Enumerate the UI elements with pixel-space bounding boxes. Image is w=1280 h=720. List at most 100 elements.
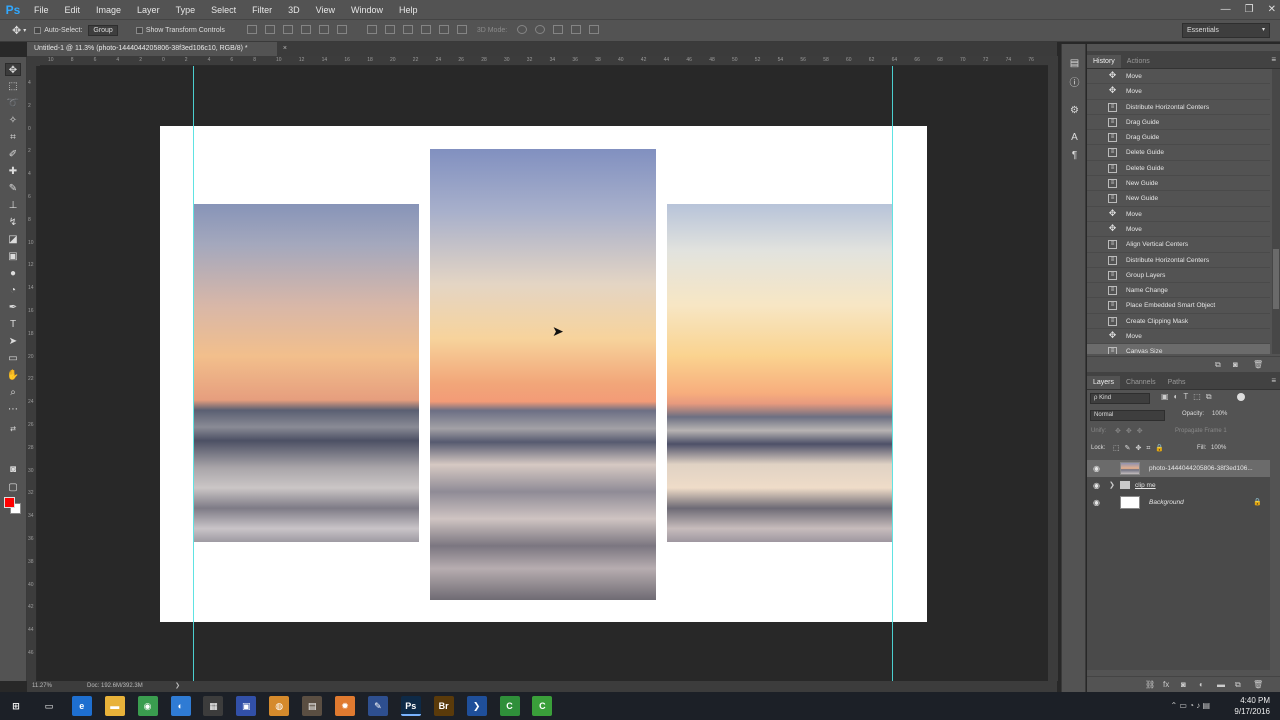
path-select-tool-icon[interactable]: ➤ — [5, 335, 21, 348]
horizontal-ruler[interactable]: 10 8 6 4 2 0 2 4 6 8 10 12 14 16 18 20 22 24 26 28 30 32 34 36 3… — [40, 56, 1057, 66]
align-left-icon[interactable] — [300, 25, 311, 34]
history-state[interactable]: ≡ Drag Guide — [1087, 115, 1270, 131]
character-panel-icon[interactable]: A — [1068, 132, 1081, 144]
distribute-left-icon[interactable] — [420, 25, 431, 34]
taskbar-camtasia-green-icon[interactable]: C — [499, 696, 520, 716]
distribute-vcenter-icon[interactable] — [384, 25, 395, 34]
panel-menu-icon[interactable]: ≡ — [1271, 55, 1276, 64]
history-state[interactable]: ≡ Canvas Size — [1087, 344, 1270, 354]
move-tool-icon[interactable]: ✥ — [5, 63, 21, 76]
close-tab-icon[interactable]: × — [283, 42, 287, 56]
opacity-input[interactable]: 100% — [1212, 411, 1227, 417]
history-state[interactable]: ≡ Place Embedded Smart Object — [1087, 298, 1270, 314]
align-bottom-icon[interactable] — [282, 25, 293, 34]
distribute-right-icon[interactable] — [456, 25, 467, 34]
guide-line-left[interactable] — [193, 66, 194, 681]
eyedropper-tool-icon[interactable]: ✐ — [5, 148, 21, 161]
align-right-icon[interactable] — [336, 25, 347, 34]
tab-layers[interactable]: Layers — [1087, 376, 1121, 389]
taskbar-explorer-icon[interactable]: ▬ — [104, 696, 125, 716]
photo-panel-right[interactable] — [667, 204, 892, 542]
taskbar-app-blue-icon[interactable]: ▣ — [236, 696, 257, 716]
history-state[interactable]: ≡ Align Vertical Centers — [1087, 237, 1270, 253]
taskbar-camtasia-icon[interactable]: C — [532, 696, 553, 716]
tab-channels[interactable]: Channels — [1120, 379, 1162, 389]
foreground-color-swatch[interactable] — [4, 497, 15, 508]
lasso-tool-icon[interactable]: ➰ — [5, 97, 21, 110]
paragraph-panel-icon[interactable]: ¶ — [1068, 150, 1081, 162]
new-document-from-state-icon[interactable]: ⧉ — [1215, 360, 1221, 370]
taskbar-photos-icon[interactable]: ◐ — [170, 696, 191, 716]
menu-view[interactable]: View — [308, 5, 343, 15]
tool-preset-chevron-icon[interactable]: ▾ — [23, 27, 26, 34]
adjustment-layer-icon[interactable]: ◐ — [1199, 680, 1204, 689]
history-scrollbar-thumb[interactable] — [1273, 249, 1279, 309]
history-state[interactable]: ✥ Move — [1087, 207, 1270, 222]
screen-mode-icon[interactable]: ▢ — [5, 481, 21, 494]
taskbar-photoshop-icon[interactable]: Ps — [400, 696, 421, 716]
tab-history[interactable]: History — [1087, 55, 1121, 68]
fill-input[interactable]: 100% — [1211, 445, 1226, 451]
info-panel-icon[interactable]: ⓘ — [1068, 78, 1081, 90]
history-state[interactable]: ≡ Distribute Horizontal Centers — [1087, 100, 1270, 115]
system-tray-icons[interactable]: ⌃ ▭ ◔ ♪ ▤ — [1170, 701, 1210, 710]
3d-roll-icon[interactable] — [535, 25, 546, 34]
history-state[interactable]: ✥ Move — [1087, 84, 1270, 100]
history-state[interactable]: ✥ Move — [1087, 329, 1270, 345]
taskbar-app-box-icon[interactable]: ▤ — [302, 696, 323, 716]
vertical-ruler[interactable]: 4 2 0 2 4 6 8 10 12 14 16 18 20 22 24 26 28 30 32 34 36 38 40 4… — [27, 66, 37, 681]
menu-help[interactable]: Help — [391, 5, 426, 15]
show-transform-checkbox[interactable] — [135, 27, 143, 34]
auto-select-checkbox[interactable] — [34, 27, 42, 34]
tab-actions[interactable]: Actions — [1121, 58, 1156, 68]
crop-tool-icon[interactable]: ⌗ — [5, 131, 21, 144]
delete-state-icon[interactable]: 🗑 — [1253, 360, 1263, 369]
zoom-tool-icon[interactable]: ⌕ — [5, 386, 21, 399]
taskbar-bridge-icon[interactable]: Br — [433, 696, 454, 716]
taskbar-task-view-icon[interactable]: ▭ — [38, 696, 59, 716]
properties-panel-icon[interactable]: ⚙ — [1068, 105, 1081, 117]
history-state[interactable]: ≡ Delete Guide — [1087, 145, 1270, 161]
history-state[interactable]: ≡ Drag Guide — [1087, 130, 1270, 146]
layer-row-background[interactable]: ◉ Background 🔒 — [1087, 494, 1270, 511]
canvas-area[interactable]: ➤ — [40, 66, 1048, 681]
document-tab[interactable]: Untitled-1 @ 11.3% (photo-1444044205806-… — [27, 42, 287, 56]
chevron-right-icon[interactable]: ❯ — [1109, 477, 1115, 494]
history-state[interactable]: ≡ Name Change — [1087, 283, 1270, 299]
delete-layer-icon[interactable]: 🗑 — [1253, 680, 1263, 689]
taskbar-edge-icon[interactable]: e — [71, 696, 92, 716]
ruler-origin[interactable] — [27, 56, 40, 66]
add-mask-icon[interactable]: ◙ — [1181, 680, 1186, 689]
align-vcenter-icon[interactable] — [264, 25, 275, 34]
taskbar-app-tool-icon[interactable]: ✎ — [367, 696, 388, 716]
menu-edit[interactable]: Edit — [57, 5, 89, 15]
history-panel-icon[interactable]: ▤ — [1068, 58, 1081, 70]
distribute-top-icon[interactable] — [366, 25, 377, 34]
distribute-bottom-icon[interactable] — [402, 25, 413, 34]
workspace-dropdown[interactable]: Essentials ▾ — [1182, 23, 1270, 38]
zoom-level[interactable]: 11.27% — [32, 681, 52, 692]
taskbar-calculator-icon[interactable]: ▦ — [203, 696, 224, 716]
eye-icon[interactable]: ◉ — [1093, 477, 1100, 494]
align-hcenter-icon[interactable] — [318, 25, 329, 34]
taskbar-chrome-icon[interactable]: ◉ — [137, 696, 158, 716]
close-icon[interactable]: ✕ — [1268, 4, 1276, 15]
3d-orbit-icon[interactable] — [517, 25, 528, 34]
eraser-tool-icon[interactable]: ◪ — [5, 233, 21, 246]
menu-select[interactable]: Select — [203, 5, 244, 15]
menu-file[interactable]: File — [26, 5, 57, 15]
history-state[interactable]: ≡ Group Layers — [1087, 268, 1270, 284]
quick-select-tool-icon[interactable]: ✧ — [5, 114, 21, 127]
menu-type[interactable]: Type — [168, 5, 204, 15]
hand-tool-icon[interactable]: ✋ — [5, 369, 21, 382]
move-tool-icon[interactable]: ✥ — [12, 24, 21, 37]
history-scrollbar[interactable] — [1272, 69, 1280, 354]
menu-3d[interactable]: 3D — [280, 5, 308, 15]
document-canvas[interactable] — [160, 126, 927, 622]
quick-mask-icon[interactable]: ◙ — [5, 463, 21, 476]
status-menu-icon[interactable]: ❯ — [175, 681, 180, 692]
minimize-icon[interactable]: — — [1221, 4, 1231, 15]
history-state[interactable]: ≡ Delete Guide — [1087, 161, 1270, 177]
history-state[interactable]: ≡ New Guide — [1087, 176, 1270, 192]
guide-line-right[interactable] — [892, 66, 893, 681]
